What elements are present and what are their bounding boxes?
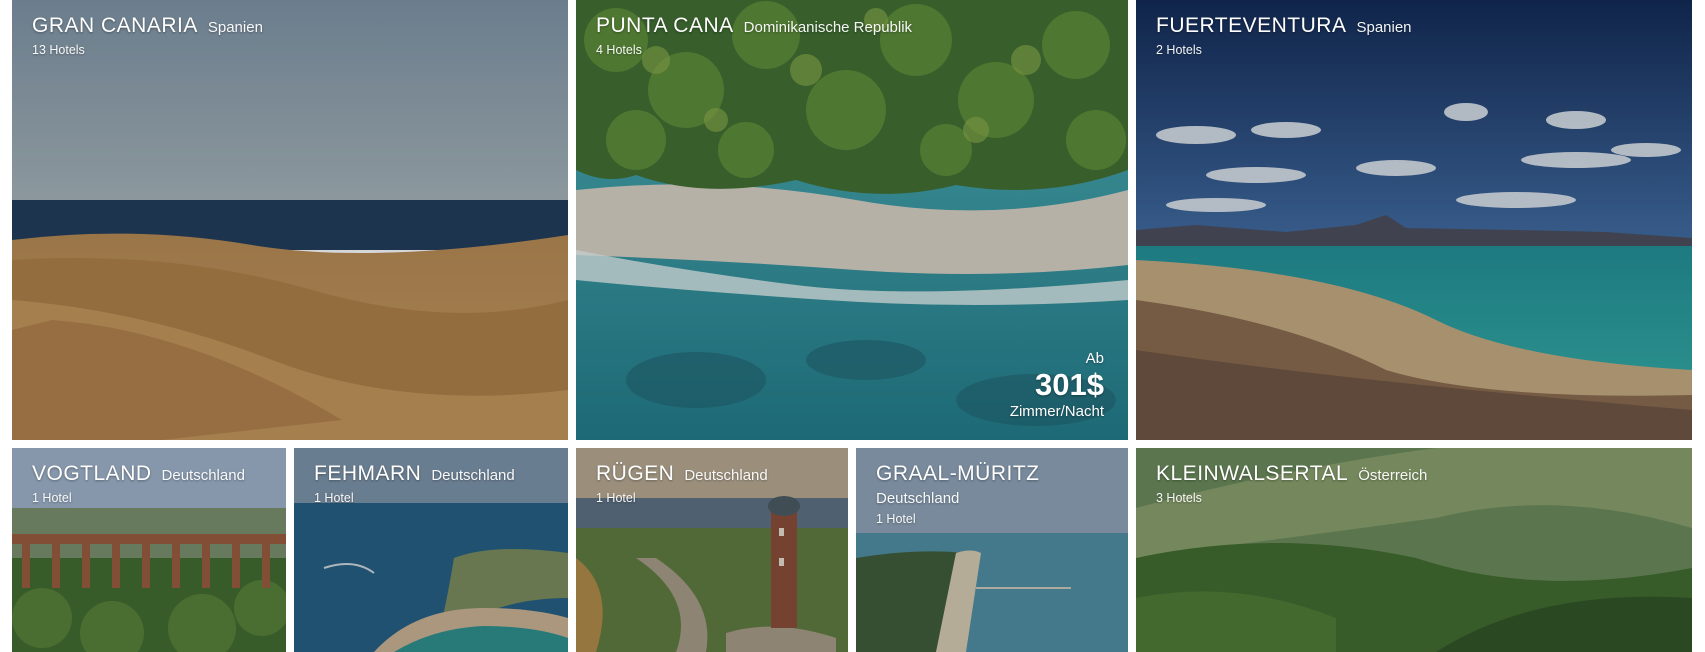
destination-card-graal-mueritz[interactable]: GRAAL-MÜRITZ Deutschland 1 Hotel xyxy=(856,448,1128,652)
hotel-count: 3 Hotels xyxy=(1156,491,1202,505)
destination-name: RÜGEN xyxy=(596,462,675,485)
destination-card-gran-canaria[interactable]: GRAN CANARIA Spanien 13 Hotels xyxy=(12,0,568,440)
caption: PUNTA CANA Dominikanische Republik 4 Hote… xyxy=(596,14,1108,57)
destination-card-fehmarn[interactable]: FEHMARN Deutschland 1 Hotel xyxy=(294,448,568,652)
destination-grid: GRAN CANARIA Spanien 13 Hotels PUNTA CAN… xyxy=(0,0,1705,652)
caption: VOGTLAND Deutschland 1 Hotel xyxy=(32,462,266,505)
caption: GRAN CANARIA Spanien 13 Hotels xyxy=(32,14,548,57)
destination-name: FUERTEVENTURA xyxy=(1156,14,1347,37)
destination-country: Dominikanische Republik xyxy=(743,19,913,36)
destination-country: Deutschland xyxy=(684,467,768,484)
destination-country: Österreich xyxy=(1358,467,1428,484)
tile-overlay xyxy=(12,0,568,440)
caption: RÜGEN Deutschland 1 Hotel xyxy=(596,462,828,505)
destination-country: Deutschland xyxy=(161,467,245,484)
destination-name: VOGTLAND xyxy=(32,462,152,485)
destination-country: Spanien xyxy=(1356,19,1412,36)
destination-name: FEHMARN xyxy=(314,462,422,485)
destination-name: GRAAL-MÜRITZ xyxy=(876,462,1040,485)
destination-country: Deutschland xyxy=(876,490,960,507)
destination-name: GRAN CANARIA xyxy=(32,14,198,37)
caption: FEHMARN Deutschland 1 Hotel xyxy=(314,462,548,505)
hotel-count: 13 Hotels xyxy=(32,43,85,57)
hotel-count: 1 Hotel xyxy=(596,491,636,505)
hotel-count: 1 Hotel xyxy=(32,491,72,505)
caption: KLEINWALSERTAL Österreich 3 Hotels xyxy=(1156,462,1672,505)
hotel-count: 4 Hotels xyxy=(596,43,642,57)
price-badge: Ab 301$ Zimmer/Nacht xyxy=(1010,350,1104,420)
destination-name: PUNTA CANA xyxy=(596,14,734,37)
destination-card-vogtland[interactable]: VOGTLAND Deutschland 1 Hotel xyxy=(12,448,286,652)
tile-overlay xyxy=(1136,0,1692,440)
destination-country: Deutschland xyxy=(431,467,515,484)
hotel-count: 1 Hotel xyxy=(314,491,354,505)
destination-card-punta-cana[interactable]: PUNTA CANA Dominikanische Republik 4 Hote… xyxy=(576,0,1128,440)
hotel-count: 2 Hotels xyxy=(1156,43,1202,57)
price-unit: Zimmer/Nacht xyxy=(1009,403,1104,420)
hotel-count: 1 Hotel xyxy=(876,512,916,526)
price-amount: 301$ xyxy=(1035,367,1104,402)
destination-card-kleinwalsertal[interactable]: KLEINWALSERTAL Österreich 3 Hotels xyxy=(1136,448,1692,652)
price-prefix: Ab xyxy=(1085,350,1104,367)
destination-card-ruegen[interactable]: RÜGEN Deutschland 1 Hotel xyxy=(576,448,848,652)
caption: GRAAL-MÜRITZ Deutschland 1 Hotel xyxy=(876,462,1108,526)
destination-country: Spanien xyxy=(207,19,263,36)
destination-card-fuerteventura[interactable]: FUERTEVENTURA Spanien 2 Hotels xyxy=(1136,0,1692,440)
destination-name: KLEINWALSERTAL xyxy=(1156,462,1349,485)
caption: FUERTEVENTURA Spanien 2 Hotels xyxy=(1156,14,1672,57)
